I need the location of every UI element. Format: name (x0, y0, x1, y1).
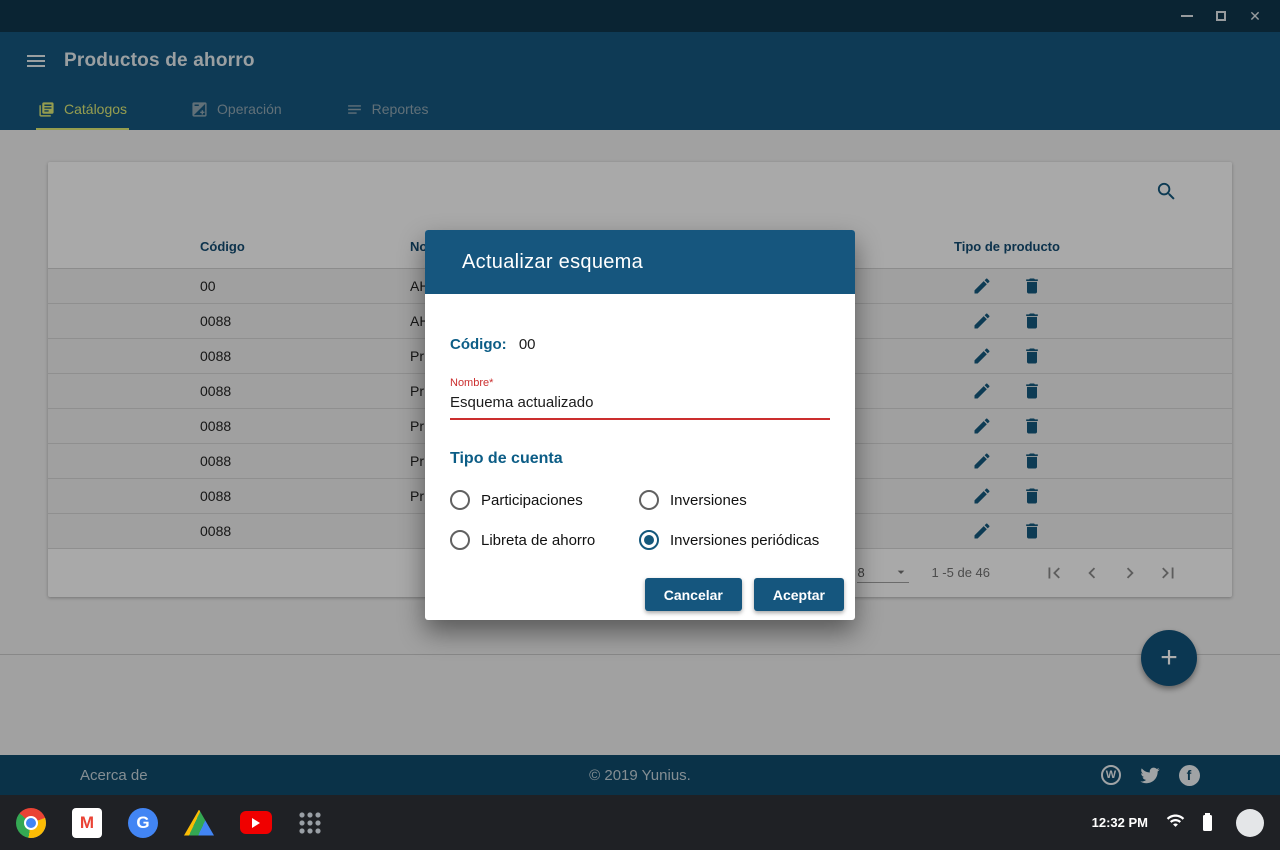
battery-icon (1203, 815, 1212, 831)
nombre-label: Nombre* (450, 377, 830, 389)
radio-label: Inversiones (670, 492, 747, 509)
system-tray[interactable]: 12:32 PM (1092, 809, 1264, 837)
radio-label: Inversiones periódicas (670, 532, 819, 549)
radio-label: Participaciones (481, 492, 583, 509)
chrome-icon[interactable] (16, 808, 46, 838)
shelf: M G 12:32 PM (0, 795, 1280, 850)
radio-icon (639, 490, 659, 510)
nombre-input[interactable]: Esquema actualizado (450, 394, 830, 420)
radio-icon (639, 530, 659, 550)
screen: ✕ Productos de ahorro Catálogos Operació… (0, 0, 1280, 850)
clock: 12:32 PM (1092, 815, 1148, 830)
app-launcher-icon[interactable] (298, 811, 322, 835)
tipo-cuenta-options: Participaciones Inversiones Libreta de a… (450, 490, 830, 550)
cancel-button[interactable]: Cancelar (645, 578, 742, 611)
radio-label: Libreta de ahorro (481, 532, 595, 549)
modal-actualizar-esquema: Actualizar esquema Código: 00 Nombre* Es… (425, 230, 855, 620)
modal-header: Actualizar esquema (425, 230, 855, 294)
codigo-value: 00 (519, 336, 536, 353)
google-icon[interactable]: G (128, 808, 158, 838)
radio-inversiones[interactable]: Inversiones (639, 490, 830, 510)
youtube-icon[interactable] (240, 811, 272, 834)
nombre-field: Nombre* Esquema actualizado (450, 377, 830, 420)
radio-libreta-de-ahorro[interactable]: Libreta de ahorro (450, 530, 639, 550)
radio-icon (450, 530, 470, 550)
tipo-cuenta-heading: Tipo de cuenta (450, 450, 830, 468)
accept-button[interactable]: Aceptar (754, 578, 844, 611)
wifi-icon (1166, 811, 1185, 835)
codigo-label: Código: (450, 336, 507, 353)
drive-icon[interactable] (184, 810, 214, 836)
gmail-icon[interactable]: M (72, 808, 102, 838)
avatar[interactable] (1236, 809, 1264, 837)
radio-icon (450, 490, 470, 510)
radio-participaciones[interactable]: Participaciones (450, 490, 639, 510)
modal-title: Actualizar esquema (462, 251, 643, 274)
radio-inversiones-periodicas[interactable]: Inversiones periódicas (639, 530, 830, 550)
